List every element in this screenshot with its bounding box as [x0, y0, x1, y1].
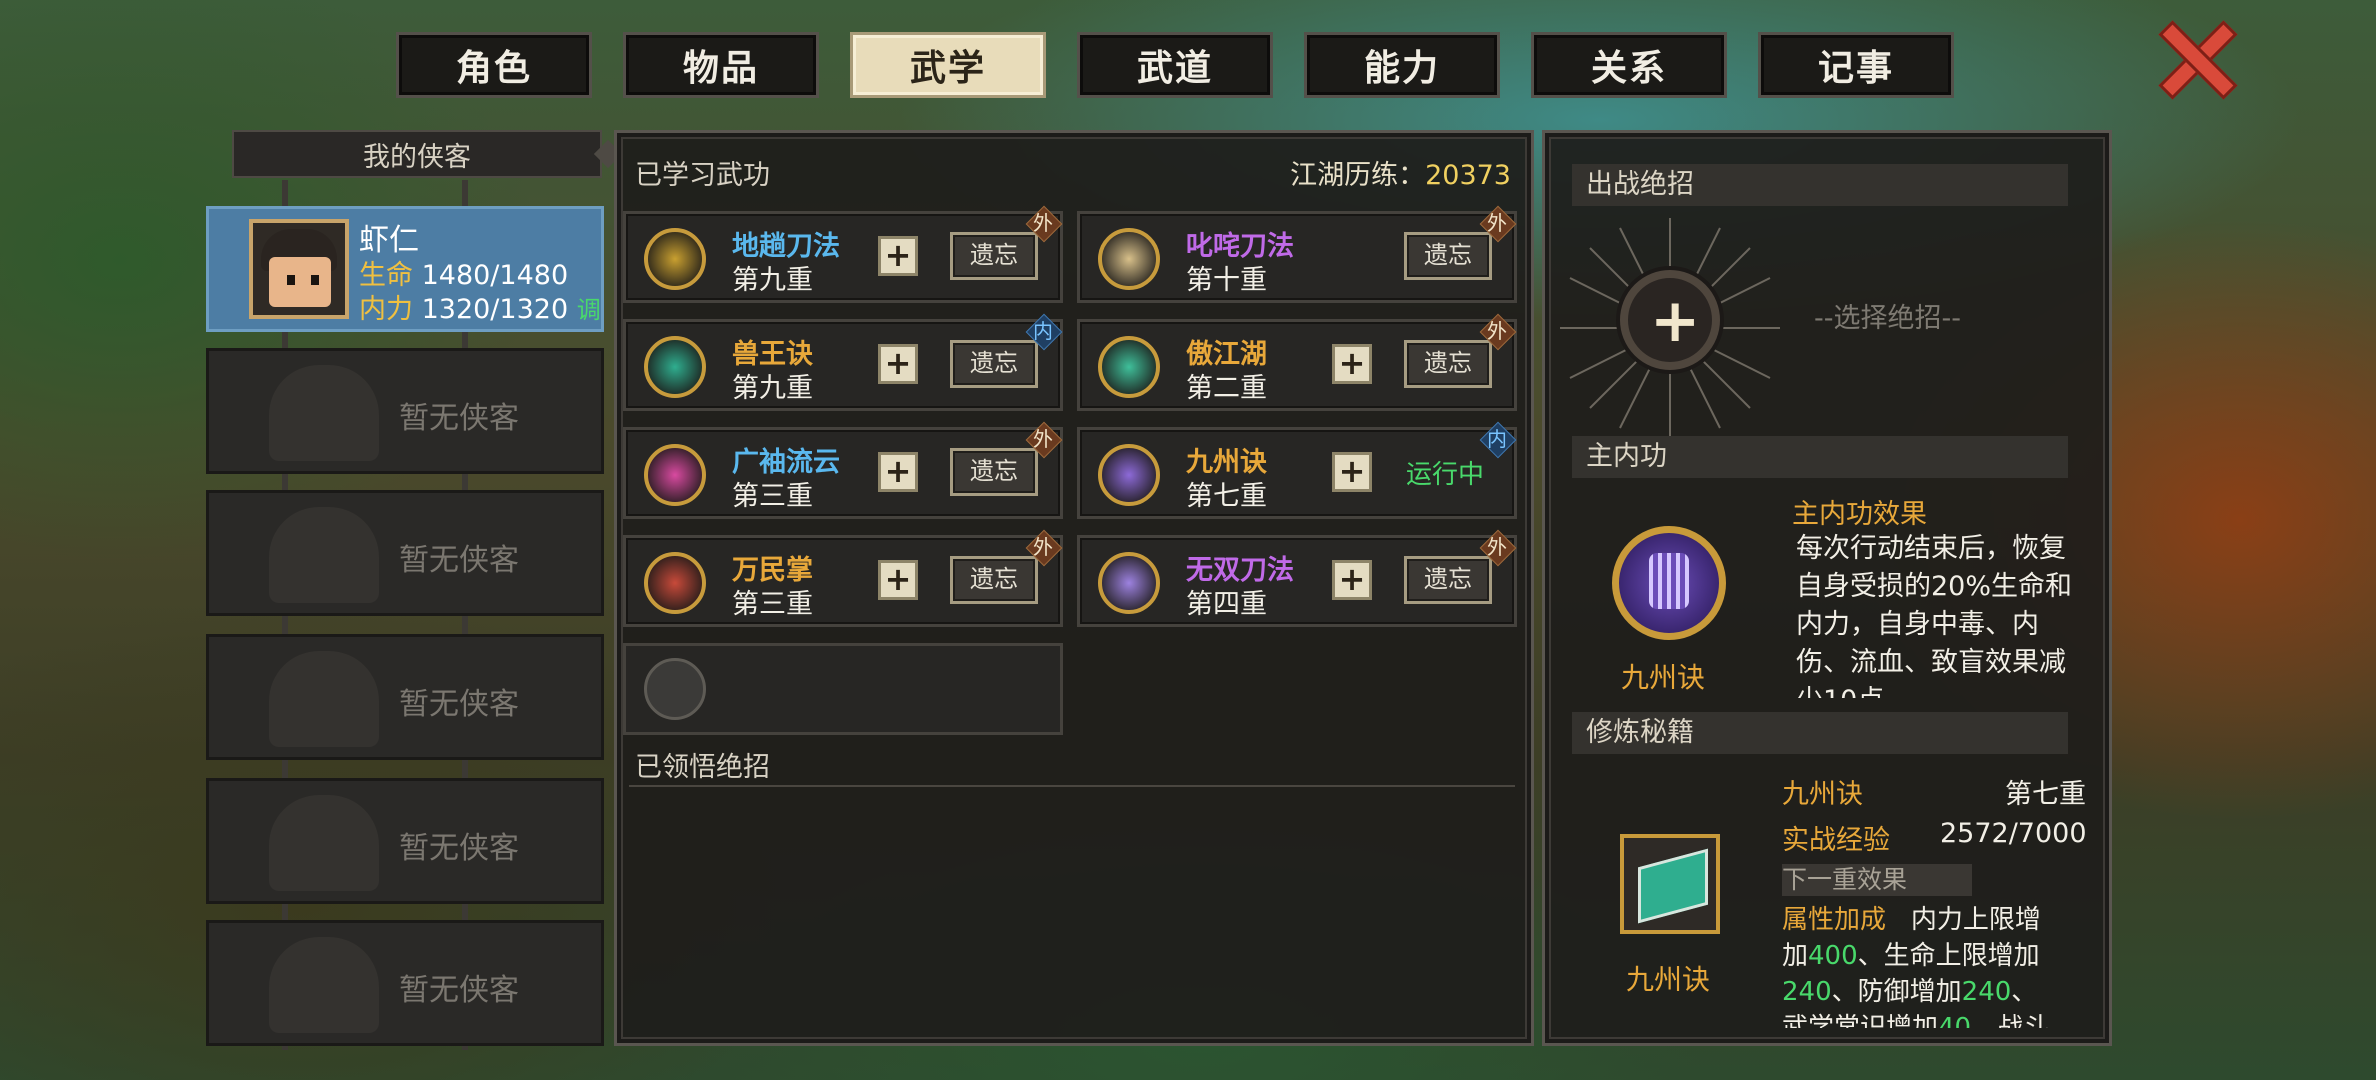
- skill-type-badge: 外: [1028, 208, 1058, 238]
- forget-button[interactable]: 遗忘: [1404, 340, 1492, 388]
- empty-slot-circle: [644, 658, 706, 720]
- select-ult-placeholder[interactable]: --选择绝招--: [1814, 296, 1961, 335]
- skill-type-badge: 内: [1482, 424, 1512, 454]
- skill-type-badge: 外: [1482, 208, 1512, 238]
- character-slot-selected[interactable]: 虾仁 生命 1480/1480 内力 1320/1320 调: [206, 206, 604, 332]
- tab-journal[interactable]: 记事: [1758, 32, 1954, 98]
- battle-ult-title: 出战绝招: [1572, 164, 2068, 206]
- ult-slot[interactable]: [623, 643, 1063, 735]
- next-level-effect: 属性加成 内力上限增 加400、生命上限增加 240、防御增加240、 武学常识…: [1782, 905, 2050, 1028]
- tab-items[interactable]: 物品: [623, 32, 819, 98]
- combat-exp-value: 2572/7000: [1940, 818, 2087, 849]
- skill-card[interactable]: 地趟刀法 第九重 + 遗忘外: [623, 211, 1063, 303]
- empty-hero-slot[interactable]: 暂无侠客: [206, 348, 604, 474]
- upgrade-plus-button[interactable]: +: [1332, 560, 1372, 600]
- main-internal-effect-title: 主内功效果: [1792, 499, 1927, 530]
- mp-row: 内力 1320/1320 调: [359, 294, 601, 325]
- running-status: 运行中: [1406, 460, 1485, 490]
- skill-card[interactable]: 广袖流云 第三重 + 遗忘外: [623, 427, 1063, 519]
- skill-level: 第十重: [1186, 265, 1267, 296]
- skill-level: 第三重: [732, 481, 813, 512]
- skill-icon: [644, 336, 706, 398]
- skill-icon: [1098, 444, 1160, 506]
- tab-wudao[interactable]: 武道: [1077, 32, 1273, 98]
- combat-exp-label: 实战经验: [1782, 825, 1890, 856]
- forget-button[interactable]: 遗忘: [950, 340, 1038, 388]
- empty-hero-slot[interactable]: 暂无侠客: [206, 490, 604, 616]
- training-book-icon[interactable]: [1620, 834, 1720, 934]
- skill-level: 第二重: [1186, 373, 1267, 404]
- main-internal-name: 九州诀: [1620, 661, 1705, 694]
- skill-card[interactable]: 叱咤刀法 第十重 遗忘外: [1077, 211, 1517, 303]
- skill-card[interactable]: 万民掌 第三重 + 遗忘外: [623, 535, 1063, 627]
- upgrade-plus-button[interactable]: +: [878, 560, 918, 600]
- upgrade-plus-button[interactable]: +: [1332, 452, 1372, 492]
- empty-hero-slot[interactable]: 暂无侠客: [206, 920, 604, 1046]
- skill-card[interactable]: 无双刀法 第四重 + 遗忘外: [1077, 535, 1517, 627]
- skill-level: 第四重: [1186, 589, 1267, 620]
- next-level-title: 下一重效果: [1782, 864, 1972, 896]
- skill-icon: [644, 228, 706, 290]
- training-skill-name: 九州诀: [1782, 779, 1863, 810]
- skill-card[interactable]: 兽王诀 第九重 + 遗忘内: [623, 319, 1063, 411]
- skill-type-badge: 内: [1028, 316, 1058, 346]
- comprehended-title: 已领悟绝招: [635, 752, 770, 783]
- skill-card[interactable]: 傲江湖 第二重 + 遗忘外: [1077, 319, 1517, 411]
- tab-relations[interactable]: 关系: [1531, 32, 1727, 98]
- upgrade-plus-button[interactable]: +: [878, 236, 918, 276]
- upgrade-plus-button[interactable]: +: [878, 344, 918, 384]
- skill-type-badge: 外: [1482, 316, 1512, 346]
- training-title: 修炼秘籍: [1572, 712, 2068, 754]
- skill-type-badge: 外: [1482, 532, 1512, 562]
- skill-icon: [1098, 336, 1160, 398]
- forget-button[interactable]: 遗忘: [1404, 556, 1492, 604]
- close-icon[interactable]: [2156, 18, 2232, 94]
- skill-card[interactable]: 九州诀 第七重 + 运行中内: [1077, 427, 1517, 519]
- tab-character[interactable]: 角色: [396, 32, 592, 98]
- forget-button[interactable]: 遗忘: [950, 448, 1038, 496]
- forget-button[interactable]: 遗忘: [1404, 232, 1492, 280]
- training-book-name: 九州诀: [1625, 963, 1710, 996]
- empty-hero-slot[interactable]: 暂无侠客: [206, 778, 604, 904]
- skill-level: 第九重: [732, 373, 813, 404]
- skill-icon: [644, 552, 706, 614]
- skill-level: 第九重: [732, 265, 813, 296]
- divider: [629, 785, 1515, 787]
- add-ult-button[interactable]: +: [1620, 270, 1720, 370]
- upgrade-plus-button[interactable]: +: [1332, 344, 1372, 384]
- forget-button[interactable]: 遗忘: [950, 232, 1038, 280]
- skill-icon: [644, 444, 706, 506]
- skill-level: 第三重: [732, 589, 813, 620]
- skill-icon: [1098, 228, 1160, 290]
- upgrade-plus-button[interactable]: +: [878, 452, 918, 492]
- tab-abilities[interactable]: 能力: [1304, 32, 1500, 98]
- avatar: [249, 219, 349, 319]
- skill-type-badge: 外: [1028, 424, 1058, 454]
- main-internal-icon[interactable]: [1612, 526, 1726, 640]
- skill-level: 第七重: [1186, 481, 1267, 512]
- tab-martial-arts[interactable]: 武学: [850, 32, 1046, 98]
- adjust-button[interactable]: 调: [577, 296, 601, 324]
- my-heroes-header: 我的侠客: [232, 130, 602, 178]
- main-internal-title: 主内功: [1572, 436, 2068, 478]
- empty-hero-slot[interactable]: 暂无侠客: [206, 634, 604, 760]
- experience-counter: 江湖历练：20373: [1290, 160, 1511, 191]
- learned-title: 已学习武功: [635, 160, 770, 191]
- skill-icon: [1098, 552, 1160, 614]
- plus-icon: +: [1650, 286, 1701, 356]
- main-internal-effect-text: 每次行动结束后，恢复自身受损的20%生命和内力，自身中毒、内伤、流血、致盲效果减…: [1796, 533, 2073, 698]
- forget-button[interactable]: 遗忘: [950, 556, 1038, 604]
- learned-skills-panel: 已学习武功 江湖历练：20373 地趟刀法 第九重 + 遗忘外叱咤刀法 第十重 遗忘外兽王…: [614, 130, 1534, 1046]
- training-level: 第七重: [2005, 779, 2086, 810]
- skill-type-badge: 外: [1028, 532, 1058, 562]
